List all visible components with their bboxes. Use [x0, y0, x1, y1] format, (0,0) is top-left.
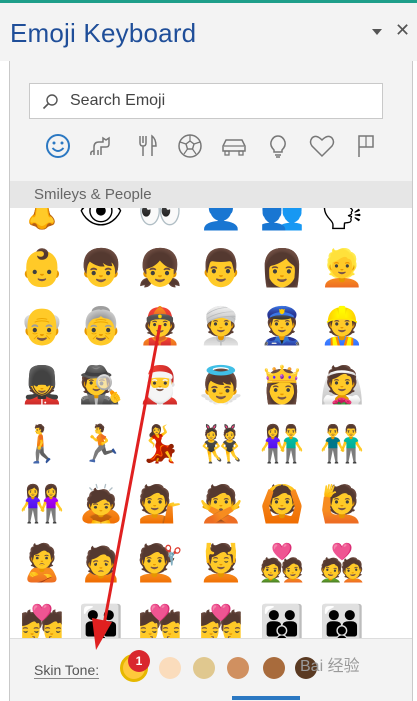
section-title: Smileys & People [34, 186, 152, 203]
emoji-cell[interactable]: 💑 [259, 540, 305, 586]
emoji-cell[interactable]: 🚶 [19, 421, 65, 467]
emoji-cell[interactable]: 🗣 [319, 208, 365, 234]
emoji-cell[interactable]: 💃 [137, 421, 183, 467]
soccer-ball-icon[interactable] [174, 130, 206, 162]
emoji-cell[interactable]: 🙅 [198, 481, 244, 527]
emoji-cell[interactable]: 🎅 [137, 362, 183, 408]
car-icon[interactable] [218, 130, 250, 162]
emoji-cell[interactable]: 👲 [137, 303, 183, 349]
emoji-cell[interactable]: 👴 [19, 303, 65, 349]
emoji-grid: 👃 👁 👀 👤 👥 🗣 👶 👦 👧 👨 👩 👱 👴 👵 👲 👳 👮 👷 💂 🕵 🎅 👼 👸 👰 🚶 🏃 💃 👯 👫 👬 👭 🙇 💁 🙅 🙆 🙋 🙎 🙍 💇 💆… [10, 208, 412, 638]
emoji-cell[interactable]: 👬 [319, 421, 365, 467]
emoji-cell[interactable]: 💑 [319, 540, 365, 586]
emoji-cell[interactable]: 🙎 [19, 540, 65, 586]
emoji-cell[interactable]: 💂 [19, 362, 65, 408]
emoji-cell[interactable]: 👥 [259, 208, 305, 234]
scroll-indicator[interactable] [232, 696, 300, 700]
emoji-cell[interactable]: 🙋 [319, 481, 365, 527]
search-placeholder: Search Emoji [70, 92, 166, 109]
emoji-cell[interactable]: 👨 [198, 245, 244, 291]
emoji-cell[interactable]: 💏 [19, 601, 65, 639]
skin-tone-medium[interactable] [227, 657, 249, 679]
emoji-cell[interactable]: 👼 [198, 362, 244, 408]
emoji-cell[interactable]: 💁 [137, 481, 183, 527]
flag-icon[interactable] [350, 130, 382, 162]
emoji-cell[interactable]: 👦 [78, 245, 124, 291]
emoji-cell[interactable]: 🏃 [78, 421, 124, 467]
emoji-cell[interactable]: 👱 [319, 245, 365, 291]
emoji-cell[interactable]: 👶 [19, 245, 65, 291]
emoji-cell[interactable]: 👩 [259, 245, 305, 291]
emoji-cell[interactable]: 👤 [198, 208, 244, 234]
emoji-cell[interactable]: 👪 [319, 601, 365, 639]
animal-icon[interactable] [86, 130, 118, 162]
lightbulb-icon[interactable] [262, 130, 294, 162]
skin-tone-medium-light[interactable] [193, 657, 215, 679]
emoji-cell[interactable]: 👭 [19, 481, 65, 527]
emoji-cell[interactable]: 👫 [259, 421, 305, 467]
heart-icon[interactable] [306, 130, 338, 162]
category-bar [30, 130, 390, 164]
emoji-cell[interactable]: 💆 [198, 540, 244, 586]
chevron-down-icon[interactable] [372, 29, 382, 35]
search-icon [42, 94, 58, 110]
section-header: Smileys & People [10, 181, 412, 208]
window-title: Emoji Keyboard [10, 18, 197, 48]
emoji-cell[interactable]: 👸 [259, 362, 305, 408]
emoji-cell[interactable]: 👵 [78, 303, 124, 349]
skin-tone-medium-dark[interactable] [263, 657, 285, 679]
emoji-cell[interactable]: 👀 [137, 208, 183, 234]
emoji-cell[interactable]: 💏 [137, 601, 183, 639]
search-input[interactable]: Search Emoji [29, 83, 383, 119]
emoji-cell[interactable]: 👁 [78, 208, 124, 234]
skin-tone-light[interactable] [159, 657, 181, 679]
fork-knife-icon[interactable] [130, 130, 162, 162]
close-icon[interactable]: ✕ [395, 20, 410, 41]
emoji-cell[interactable]: 🙇 [78, 481, 124, 527]
emoji-cell[interactable]: 👰 [319, 362, 365, 408]
emoji-cell[interactable]: 👮 [259, 303, 305, 349]
emoji-cell[interactable]: 💇 [137, 540, 183, 586]
emoji-cell[interactable]: 👧 [137, 245, 183, 291]
emoji-cell[interactable]: 🕵 [78, 362, 124, 408]
emoji-cell[interactable]: 👃 [19, 208, 65, 234]
emoji-cell[interactable]: 🙆 [259, 481, 305, 527]
emoji-cell[interactable]: 🙍 [78, 540, 124, 586]
emoji-cell[interactable]: 👯 [198, 421, 244, 467]
title-bar: Emoji Keyboard ✕ [0, 3, 417, 61]
watermark: Bai 经验 [300, 658, 360, 675]
skin-tone-label: Skin Tone: [34, 662, 100, 679]
smiley-icon[interactable] [42, 130, 74, 162]
emoji-cell[interactable]: 💏 [198, 601, 244, 639]
emoji-cell[interactable]: 👳 [198, 303, 244, 349]
annotation-badge: 1 [128, 650, 150, 672]
emoji-cell[interactable]: 👪 [259, 601, 305, 639]
emoji-cell[interactable]: 👪 [78, 601, 124, 639]
emoji-cell[interactable]: 👷 [319, 303, 365, 349]
